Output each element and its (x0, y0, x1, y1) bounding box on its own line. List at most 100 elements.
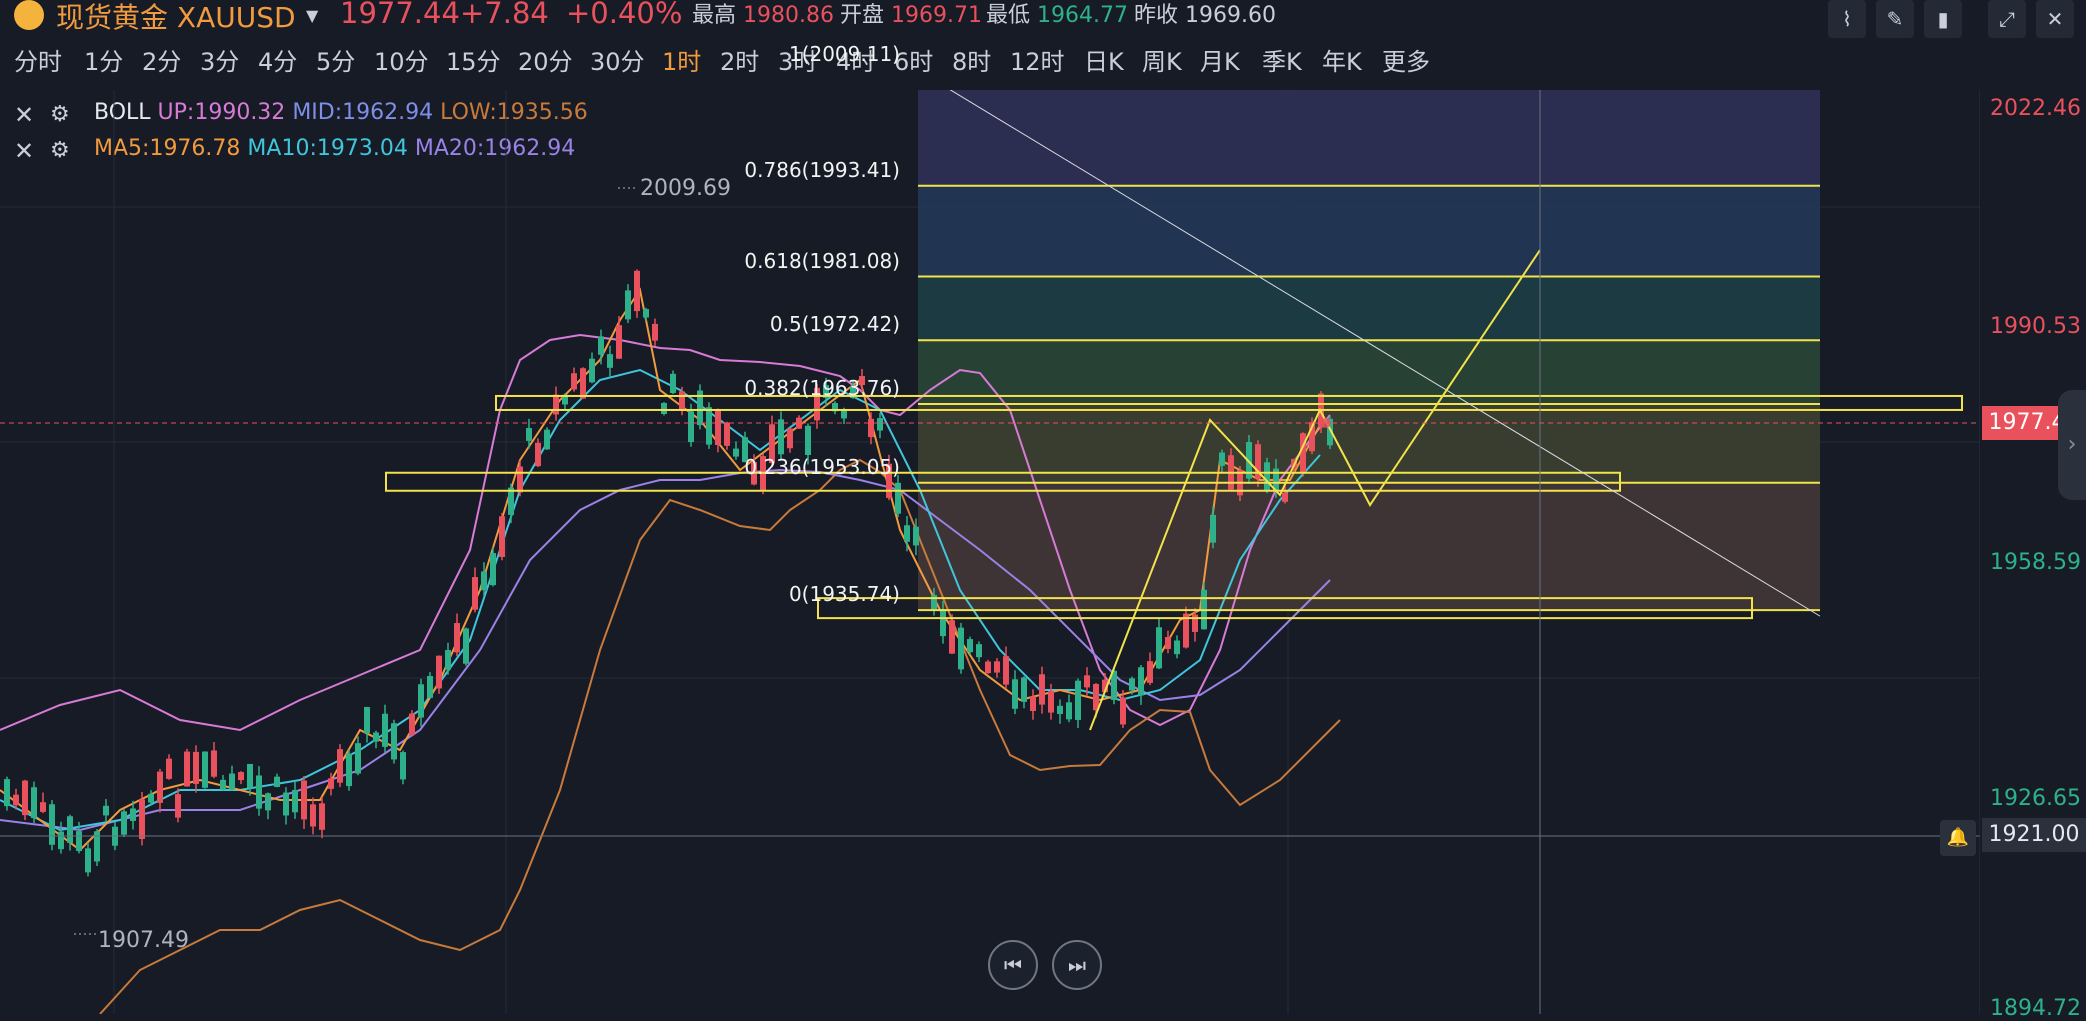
period-tab-20[interactable]: 季K (1262, 42, 1302, 77)
candle-body (904, 525, 910, 542)
candle-body (1300, 433, 1306, 474)
period-tab-17[interactable]: 日K (1084, 42, 1124, 77)
candle-body (535, 442, 541, 467)
candle-body (454, 623, 460, 653)
candle-body (220, 779, 226, 790)
candle-body (1264, 462, 1270, 492)
candle-body (940, 609, 946, 637)
candle-body (1147, 661, 1153, 683)
last-price: 1977.44 (340, 0, 460, 30)
candle-body (418, 684, 424, 718)
candle-body (229, 773, 235, 790)
candle-body (841, 409, 847, 419)
candle-body (805, 425, 811, 455)
candle-body (265, 793, 271, 811)
high-annotation: 2009.69 (640, 176, 731, 201)
period-tab-9[interactable]: 30分 (590, 42, 645, 77)
period-tab-22[interactable]: 更多 (1382, 42, 1430, 77)
candle-body (247, 763, 253, 789)
candle-body (67, 816, 73, 843)
candle-body (778, 419, 784, 455)
open-stat: 开盘 1969.71 (840, 3, 982, 28)
period-tab-7[interactable]: 15分 (446, 42, 501, 77)
bell-icon[interactable]: 🔔 (1940, 820, 1976, 856)
candle-body (1021, 677, 1027, 702)
candle-body (85, 848, 91, 873)
candle-body (319, 803, 325, 830)
fib-level-label: 1(2009.11) (788, 42, 900, 67)
candle-icon[interactable]: ▮ (1924, 0, 1962, 38)
period-tab-21[interactable]: 年K (1322, 42, 1362, 77)
candle-body (553, 394, 559, 415)
period-tab-4[interactable]: 4分 (258, 42, 297, 77)
candle-body (130, 808, 136, 821)
candle-body (139, 799, 145, 839)
fib-level-label: 0(1935.74) (788, 582, 900, 607)
candle-body (148, 793, 154, 803)
period-tab-18[interactable]: 周K (1142, 42, 1182, 77)
symbol-title[interactable]: 现货黄金 XAUUSD (56, 0, 296, 36)
candle-body (373, 732, 379, 742)
expand-icon[interactable]: ⤢ (1988, 0, 2026, 38)
close-icon[interactable]: ✕ (2036, 0, 2074, 38)
candle-body (544, 429, 550, 450)
candle-body (382, 713, 388, 747)
fib-zone (918, 340, 1820, 404)
candle-body (238, 772, 244, 781)
fib-level-label: 0.5(1972.42) (769, 312, 900, 337)
low-stat: 最低 1964.77 (986, 3, 1128, 28)
candle-body (526, 428, 532, 441)
candle-body (1039, 674, 1045, 705)
period-tab-1[interactable]: 1分 (84, 42, 123, 77)
period-tab-8[interactable]: 20分 (518, 42, 573, 77)
candle-body (40, 802, 46, 812)
candle-body (283, 792, 289, 816)
candle-body (580, 368, 586, 399)
period-tab-5[interactable]: 5分 (316, 42, 355, 77)
period-tab-6[interactable]: 10分 (374, 42, 429, 77)
candle-body (1030, 696, 1036, 711)
period-tab-19[interactable]: 月K (1200, 42, 1240, 77)
candle-body (400, 752, 406, 780)
candle-body (463, 628, 469, 664)
prev-close-stat: 昨收 1969.60 (1134, 3, 1276, 28)
crosshair-price-tag: 1921.00 (1982, 818, 2086, 852)
candle-body (877, 418, 883, 431)
candle-body (301, 780, 307, 820)
pen-icon[interactable]: ✎ (1876, 0, 1914, 38)
period-tab-16[interactable]: 12时 (1010, 42, 1065, 77)
candle-body (1174, 640, 1180, 655)
price-change: +7.84 (460, 0, 549, 30)
candle-body (1156, 627, 1162, 669)
price-axis-label: 1958.59 (1990, 550, 2081, 575)
candle-body (256, 775, 262, 809)
fib-zone (918, 185, 1820, 277)
candle-body (445, 650, 451, 670)
candle-body (517, 466, 523, 493)
period-tab-2[interactable]: 2分 (142, 42, 181, 77)
period-tab-15[interactable]: 8时 (952, 42, 991, 77)
candle-body (679, 391, 685, 411)
prev-icon[interactable]: ⏮ (988, 940, 1038, 990)
candle-body (976, 644, 982, 658)
candle-body (274, 776, 280, 787)
period-tab-0[interactable]: 分时 (14, 42, 62, 77)
line-tool-icon[interactable]: ⌇ (1828, 0, 1866, 38)
candle-body (1138, 667, 1144, 696)
next-icon[interactable]: ⏭ (1052, 940, 1102, 990)
candle-body (616, 325, 622, 359)
candle-body (625, 290, 631, 320)
candlestick-chart[interactable] (0, 90, 1980, 1014)
fib-level-label: 0.236(1953.05) (744, 454, 900, 479)
candle-body (436, 655, 442, 689)
candle-body (409, 713, 415, 736)
chevron-down-icon[interactable]: ▼ (306, 6, 318, 25)
candle-body (355, 743, 361, 774)
period-tab-3[interactable]: 3分 (200, 42, 239, 77)
candle-body (949, 620, 955, 654)
candle-body (1003, 656, 1009, 685)
period-tab-10[interactable]: 1时 (662, 42, 701, 77)
chevron-right-icon[interactable]: › (2058, 390, 2086, 500)
candle-body (1048, 691, 1054, 713)
candle-body (706, 407, 712, 445)
